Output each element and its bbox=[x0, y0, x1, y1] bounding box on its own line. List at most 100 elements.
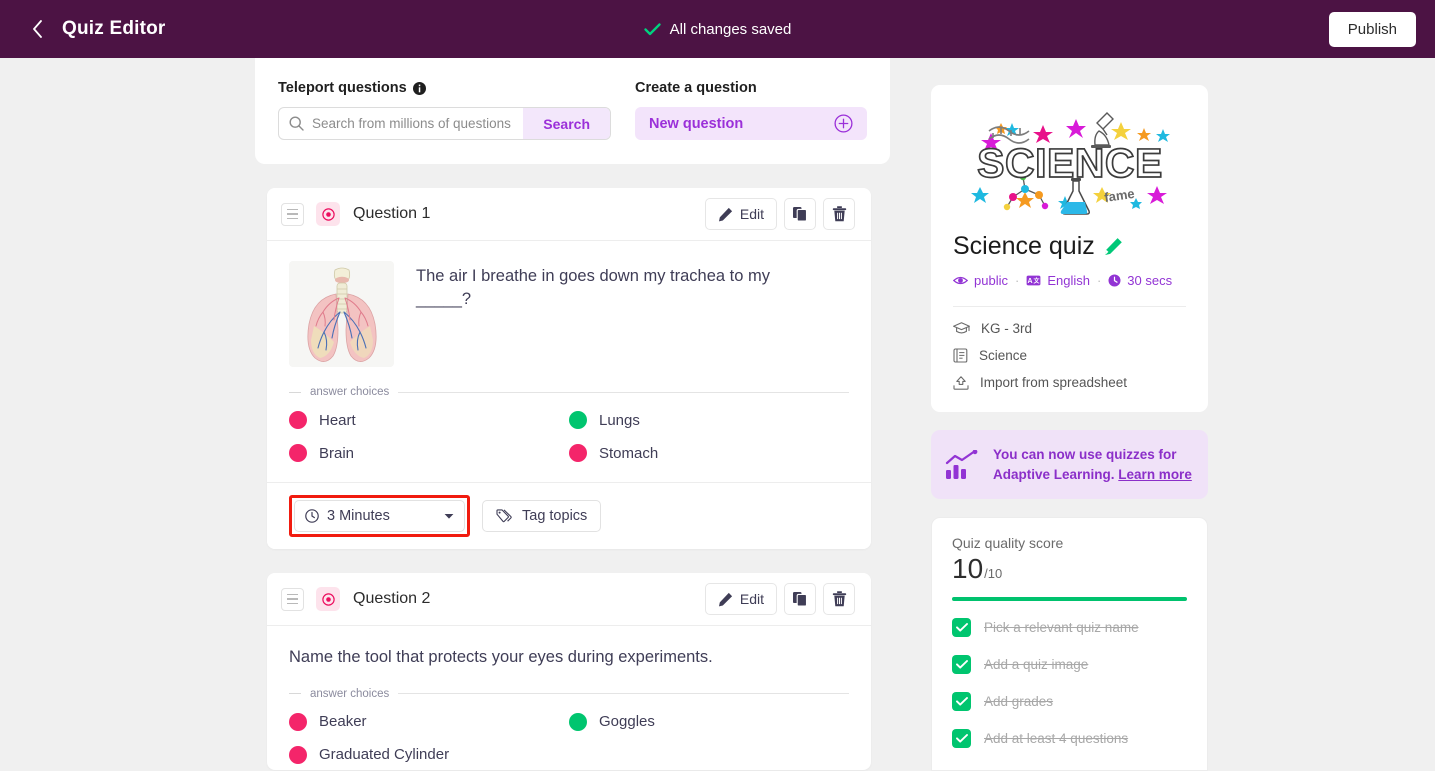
search-button[interactable]: Search bbox=[523, 108, 610, 139]
grades-label: KG - 3rd bbox=[981, 321, 1033, 336]
plus-circle-icon bbox=[834, 114, 853, 133]
page-title: Quiz Editor bbox=[62, 18, 166, 39]
teleport-card: Teleport questions Search from millions … bbox=[255, 58, 890, 164]
question-time-selector[interactable]: 3 Minutes bbox=[294, 500, 465, 532]
incorrect-bullet-icon bbox=[289, 745, 307, 764]
svg-text:A: A bbox=[1028, 278, 1033, 285]
duplicate-question-button[interactable] bbox=[784, 583, 816, 615]
answer-choice[interactable]: Graduated Cylinder bbox=[289, 745, 569, 764]
question-footer: 3 Minutes Tag topics bbox=[267, 482, 871, 549]
pencil-icon bbox=[718, 207, 732, 221]
answer-choice[interactable]: Lungs bbox=[569, 411, 849, 429]
check-icon bbox=[643, 22, 661, 35]
question-actions: Edit bbox=[704, 583, 855, 615]
teleport-label-text: Teleport questions bbox=[278, 80, 407, 96]
incorrect-bullet-icon bbox=[289, 444, 307, 462]
copy-icon bbox=[793, 592, 808, 607]
tag-topics-label: Tag topics bbox=[522, 508, 588, 524]
upload-icon bbox=[953, 375, 969, 390]
teleport-label: Teleport questions bbox=[278, 80, 611, 96]
checkbox-checked-icon bbox=[952, 655, 971, 675]
pencil-icon[interactable] bbox=[1104, 237, 1123, 256]
svg-text:SCIENCE: SCIENCE bbox=[977, 140, 1163, 186]
question-text: The air I breathe in goes down my trache… bbox=[416, 267, 771, 308]
question-time-value: 3 Minutes bbox=[327, 508, 390, 524]
subject-row[interactable]: Science bbox=[953, 348, 1186, 363]
multiple-choice-icon bbox=[316, 202, 340, 226]
lungs-anatomy-image bbox=[289, 261, 394, 367]
duration-label: 30 secs bbox=[1127, 273, 1173, 288]
delete-question-button[interactable] bbox=[823, 198, 855, 230]
answer-choice[interactable]: Stomach bbox=[569, 444, 849, 462]
checklist-label: Pick a relevant quiz name bbox=[984, 620, 1139, 636]
copy-icon bbox=[793, 207, 808, 222]
tag-topics-button[interactable]: Tag topics bbox=[482, 500, 602, 532]
drag-handle-icon[interactable] bbox=[281, 587, 304, 611]
quiz-quality-checklist: Pick a relevant quiz name Add a quiz ima… bbox=[952, 618, 1187, 749]
import-spreadsheet-row[interactable]: Import from spreadsheet bbox=[953, 375, 1186, 390]
question-title: Question 2 bbox=[353, 590, 431, 607]
quiz-quality-score: 10 /10 bbox=[952, 553, 1187, 585]
answer-choice[interactable]: Heart bbox=[289, 411, 569, 429]
info-icon[interactable] bbox=[412, 81, 426, 95]
answer-choice[interactable]: Goggles bbox=[569, 712, 849, 731]
question-header: Question 2 Edit bbox=[267, 573, 871, 626]
edit-question-button[interactable]: Edit bbox=[704, 583, 777, 615]
svg-text:文: 文 bbox=[1033, 277, 1041, 285]
clock-icon bbox=[1108, 274, 1121, 287]
language-meta[interactable]: A 文 English bbox=[1026, 273, 1090, 288]
save-status: All changes saved bbox=[0, 21, 1435, 38]
new-question-button[interactable]: New question bbox=[635, 107, 867, 140]
drag-handle-icon[interactable] bbox=[281, 202, 304, 226]
quiz-quality-max: /10 bbox=[984, 566, 1003, 582]
subject-label: Science bbox=[979, 348, 1028, 363]
question-card: Question 1 Edit The air I breathe in goe… bbox=[267, 188, 871, 549]
delete-question-button[interactable] bbox=[823, 583, 855, 615]
promo-line-2: Adaptive Learning. bbox=[993, 466, 1115, 482]
question-text: Name the tool that protects your eyes du… bbox=[289, 648, 713, 666]
incorrect-bullet-icon bbox=[569, 444, 587, 462]
publish-button[interactable]: Publish bbox=[1328, 11, 1416, 47]
edit-question-label: Edit bbox=[739, 591, 764, 607]
correct-bullet-icon bbox=[569, 712, 587, 731]
incorrect-bullet-icon bbox=[289, 411, 307, 429]
visibility-meta[interactable]: public bbox=[953, 273, 1008, 288]
adaptive-learning-text: You can now use quizzes for Adaptive Lea… bbox=[993, 445, 1192, 484]
answer-choices-grid: Beaker Goggles Graduated Cylinder bbox=[289, 712, 849, 770]
incorrect-bullet-icon bbox=[289, 712, 307, 731]
search-input[interactable] bbox=[312, 108, 524, 139]
checklist-item[interactable]: Add grades bbox=[952, 692, 1187, 712]
answer-choices-grid: Heart Lungs Brain Stomach bbox=[289, 411, 849, 468]
duplicate-question-button[interactable] bbox=[784, 198, 816, 230]
trash-icon bbox=[832, 591, 846, 607]
bar-chart-icon bbox=[945, 449, 978, 479]
chevron-left-icon bbox=[32, 20, 42, 38]
back-button[interactable] bbox=[26, 18, 48, 40]
edit-question-button[interactable]: Edit bbox=[704, 198, 777, 230]
answer-choices-divider: answer choices bbox=[289, 386, 849, 398]
checklist-item[interactable]: Add a quiz image bbox=[952, 655, 1187, 675]
correct-bullet-icon bbox=[569, 411, 587, 429]
checklist-item[interactable]: Pick a relevant quiz name bbox=[952, 618, 1187, 638]
answer-choice[interactable]: Brain bbox=[289, 444, 569, 462]
answer-choice-label: Stomach bbox=[599, 444, 659, 462]
duration-meta[interactable]: 30 secs bbox=[1108, 273, 1172, 288]
checkbox-checked-icon bbox=[952, 618, 971, 638]
question-card: Question 2 Edit Name the tool that prote… bbox=[267, 573, 871, 770]
sidebar: fame SCIENCE Science quiz public · A 文 E… bbox=[931, 85, 1208, 771]
eye-icon bbox=[953, 276, 968, 285]
trash-icon bbox=[832, 206, 846, 222]
adaptive-learning-banner[interactable]: You can now use quizzes for Adaptive Lea… bbox=[931, 430, 1208, 500]
quiz-name-row: Science quiz bbox=[953, 232, 1186, 261]
quiz-quality-progress-bar bbox=[952, 597, 1187, 602]
quiz-meta: public · A 文 English · 30 secs bbox=[953, 273, 1186, 288]
answer-choices-divider: answer choices bbox=[289, 688, 849, 700]
answer-choice-label: Heart bbox=[319, 411, 356, 429]
answer-choice-label: Goggles bbox=[599, 713, 655, 731]
learn-more-link[interactable]: Learn more bbox=[1118, 467, 1192, 482]
checklist-label: Add grades bbox=[984, 694, 1054, 710]
answer-choice[interactable]: Beaker bbox=[289, 712, 569, 731]
new-question-label: New question bbox=[649, 115, 744, 132]
grades-row[interactable]: KG - 3rd bbox=[953, 321, 1186, 336]
quiz-quality-card: Quiz quality score 10 /10 Pick a relevan… bbox=[931, 517, 1208, 771]
